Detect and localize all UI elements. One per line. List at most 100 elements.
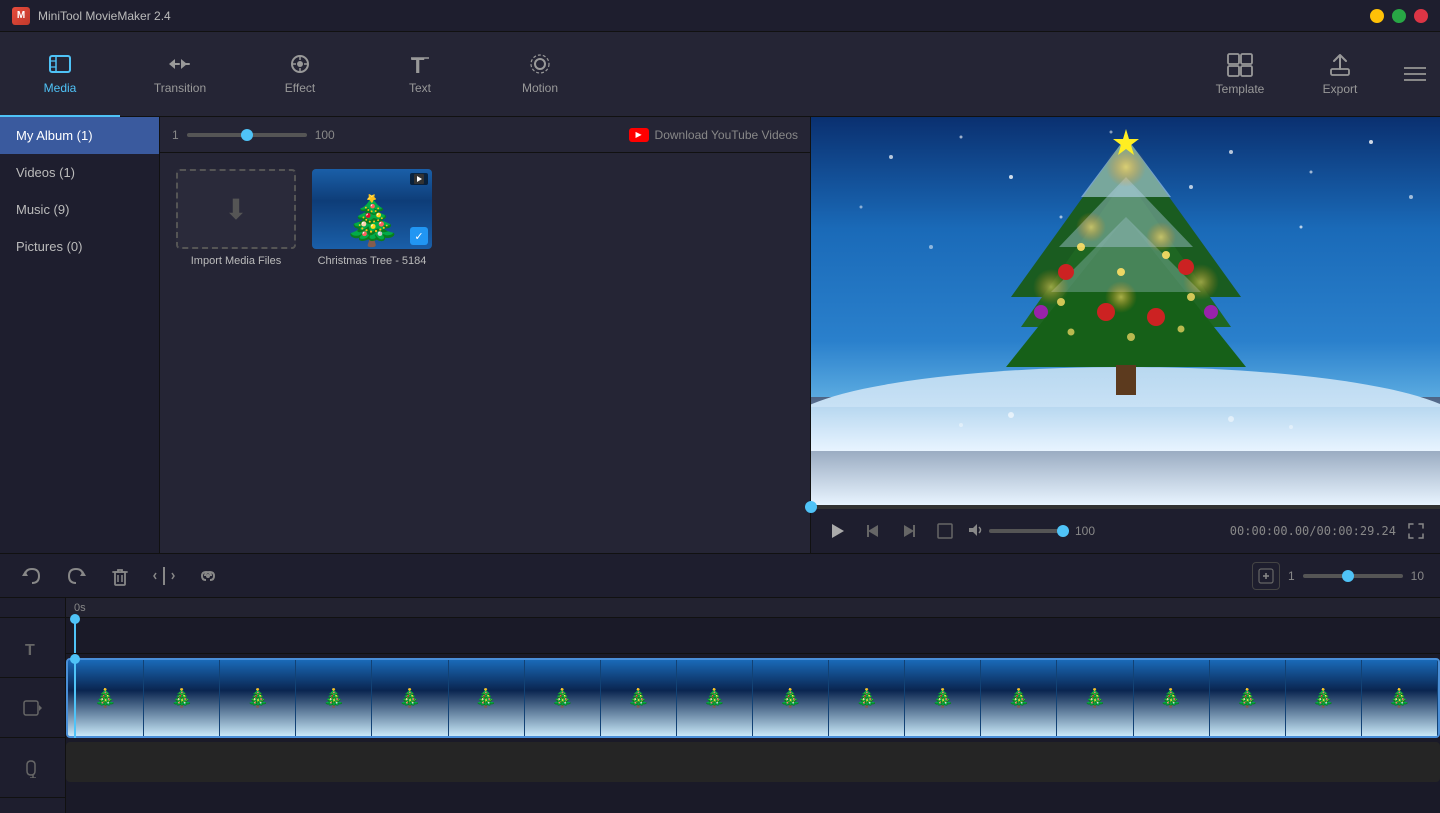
fullscreen-button[interactable]: [1404, 519, 1428, 543]
toolbar-template[interactable]: Template: [1190, 32, 1290, 117]
preview-background-svg: [811, 117, 1440, 451]
preview-panel: 100 00:00:00.00/00:00:29.24: [810, 117, 1440, 553]
zoom-slider[interactable]: [1303, 574, 1403, 578]
xmas-media-label: Christmas Tree - 5184: [318, 255, 427, 267]
undo-button[interactable]: [16, 560, 48, 592]
frame-14: 🎄: [1057, 660, 1133, 736]
frame-17: 🎄: [1286, 660, 1362, 736]
frame-12: 🎄: [905, 660, 981, 736]
text-track: [66, 618, 1440, 654]
motion-icon: [527, 51, 553, 77]
video-track-label: [0, 678, 65, 738]
preview-volume-slider[interactable]: [989, 529, 1069, 533]
preview-video: [811, 117, 1440, 505]
time-ruler: 0s: [66, 598, 1440, 618]
sidebar-item-myalbum[interactable]: My Album (1): [0, 117, 159, 154]
toolbar-transition[interactable]: Transition: [120, 32, 240, 117]
toolbar-motion-label: Motion: [522, 81, 558, 95]
playhead-text: [74, 618, 76, 653]
frame-5: 🎄: [372, 660, 448, 736]
youtube-download-button[interactable]: Download YouTube Videos: [629, 128, 798, 142]
playhead-video: [74, 658, 76, 738]
frame-9: 🎄: [677, 660, 753, 736]
export-icon: [1327, 52, 1353, 78]
split-button[interactable]: [148, 560, 180, 592]
sidebar-item-pictures[interactable]: Pictures (0): [0, 228, 159, 265]
step-forward-button[interactable]: [895, 517, 923, 545]
app-icon: M: [12, 7, 30, 25]
add-zoom-box-button[interactable]: [1252, 562, 1280, 590]
import-media-item[interactable]: ⬇ Import Media Files: [176, 169, 296, 267]
media-grid: ⬇ Import Media Files ✓ Christmas Tree - …: [160, 153, 810, 553]
video-badge: [410, 173, 428, 185]
media-toolbar: 1 100 Download YouTube Videos: [160, 117, 810, 153]
play-button[interactable]: [823, 517, 851, 545]
effect-icon: [287, 51, 313, 77]
preview-progress-bar[interactable]: [811, 505, 1440, 509]
frame-3: 🎄: [220, 660, 296, 736]
volume-prefix-label: 1: [172, 128, 179, 142]
timeline-toolbar: 1 10: [0, 554, 1440, 598]
window-controls: [1370, 9, 1428, 23]
xmas-media-item[interactable]: ✓ Christmas Tree - 5184: [312, 169, 432, 267]
frame-11: 🎄: [829, 660, 905, 736]
volume-slider-container: [187, 133, 307, 137]
frame-6: 🎄: [449, 660, 525, 736]
svg-text:T: T: [411, 53, 425, 77]
time-ruler-label: [0, 598, 65, 618]
app-title: MiniTool MovieMaker 2.4: [38, 9, 1370, 23]
main-area: My Album (1) Videos (1) Music (9) Pictur…: [0, 117, 1440, 553]
close-button[interactable]: [1414, 9, 1428, 23]
minimize-button[interactable]: [1370, 9, 1384, 23]
fit-screen-button[interactable]: [931, 517, 959, 545]
xmas-thumb: ✓: [312, 169, 432, 249]
frame-8: 🎄: [601, 660, 677, 736]
zoom-controls: 1 10: [1252, 562, 1424, 590]
import-arrow-icon: ⬇: [224, 193, 247, 226]
youtube-icon: [629, 128, 649, 142]
zoom-max-label: 10: [1411, 569, 1424, 583]
toolbar-text[interactable]: T Text: [360, 32, 480, 117]
frame-7: 🎄: [525, 660, 601, 736]
preview-controls: 100 00:00:00.00/00:00:29.24: [811, 509, 1440, 553]
video-track: .strip-frame-inner { background: linear-…: [66, 658, 1440, 738]
toolbar-right: Template Export: [1190, 32, 1440, 117]
volume-control: 100: [967, 522, 1095, 541]
toolbar-export-label: Export: [1323, 82, 1358, 96]
import-media-label: Import Media Files: [191, 255, 281, 267]
check-badge: ✓: [410, 227, 428, 245]
frame-4: 🎄: [296, 660, 372, 736]
toolbar-effect[interactable]: Effect: [240, 32, 360, 117]
sidebar-item-music[interactable]: Music (9): [0, 191, 159, 228]
sidebar-item-videos[interactable]: Videos (1): [0, 154, 159, 191]
toolbar-export[interactable]: Export: [1290, 32, 1390, 117]
delete-button[interactable]: [104, 560, 136, 592]
video-strip: .strip-frame-inner { background: linear-…: [66, 658, 1440, 738]
time-display: 00:00:00.00/00:00:29.24: [1230, 524, 1396, 538]
import-thumb[interactable]: ⬇: [176, 169, 296, 249]
media-icon: [47, 51, 73, 77]
toolbar-effect-label: Effect: [285, 81, 315, 95]
timeline-area: 1 10 T: [0, 553, 1440, 813]
volume-icon: [967, 522, 983, 541]
main-toolbar: Media Transition Effect T T: [0, 32, 1440, 117]
maximize-button[interactable]: [1392, 9, 1406, 23]
toolbar-transition-label: Transition: [154, 81, 206, 95]
detach-button[interactable]: [192, 560, 224, 592]
volume-slider[interactable]: [187, 133, 307, 137]
toolbar-media[interactable]: Media: [0, 32, 120, 117]
toolbar-motion[interactable]: Motion: [480, 32, 600, 117]
text-track-label: T: [0, 618, 65, 678]
timeline-tracks: 0s .strip-frame-inner { background: line…: [66, 598, 1440, 813]
volume-value-label: 100: [315, 128, 335, 142]
toolbar-media-label: Media: [44, 81, 77, 95]
step-back-button[interactable]: [859, 517, 887, 545]
toolbar-text-label: Text: [409, 81, 431, 95]
preview-volume-value: 100: [1075, 524, 1095, 538]
toolbar-menu-button[interactable]: [1390, 32, 1440, 117]
zoom-min-label: 1: [1288, 569, 1295, 583]
redo-button[interactable]: [60, 560, 92, 592]
frame-18: 🎄: [1362, 660, 1438, 736]
timeline-track-labels: T: [0, 598, 66, 813]
time-marker-0s: 0s: [74, 602, 86, 614]
